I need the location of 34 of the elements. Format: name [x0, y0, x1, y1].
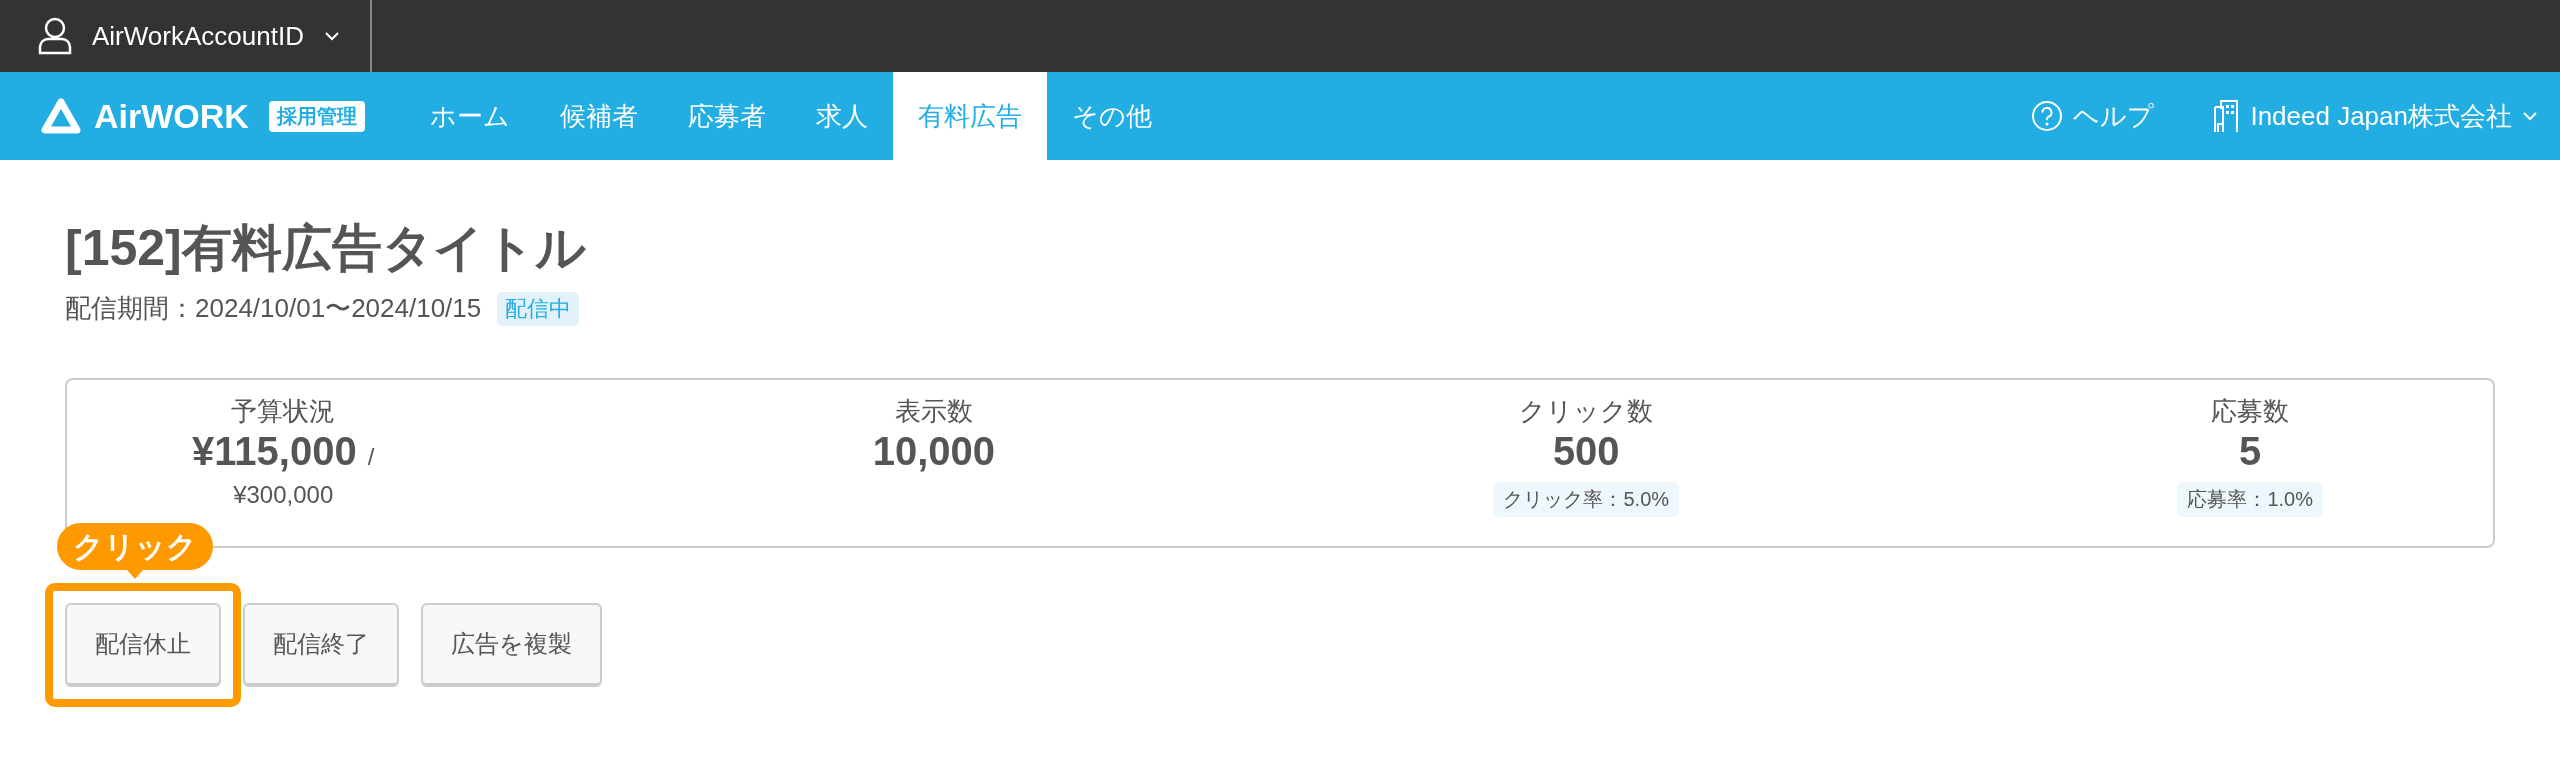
budget-spent: ¥115,000 /	[192, 428, 375, 475]
user-icon	[38, 17, 72, 55]
nav-tab[interactable]: ホーム	[404, 72, 535, 160]
stat-value: 500	[1552, 428, 1620, 474]
stat-value: 5	[2239, 428, 2262, 474]
chevron-down-icon	[323, 31, 340, 41]
company-menu[interactable]: Indeed Japan株式会社	[2206, 72, 2560, 160]
rate-tag: 応募率：1.0%	[2177, 482, 2323, 517]
help-link[interactable]: ヘルプ	[2025, 72, 2177, 160]
building-icon	[2212, 99, 2241, 133]
stat-label: 表示数	[894, 395, 973, 428]
stat-label: クリック数	[1519, 395, 1654, 428]
nav-tab[interactable]: 応募者	[662, 72, 791, 160]
page-title: [152]有料広告タイトル	[65, 219, 587, 278]
nav-tab[interactable]: その他	[1046, 72, 1177, 160]
status-tag: 配信中	[497, 291, 580, 326]
click-callout: クリック	[57, 523, 213, 579]
action-button[interactable]: 配信終了	[243, 603, 399, 687]
nav-tab[interactable]: 候補者	[534, 72, 663, 160]
nav-tab[interactable]: 有料広告	[892, 72, 1047, 160]
chevron-down-icon	[2522, 111, 2538, 121]
stat-label: 応募数	[2211, 395, 2290, 428]
logo-triangle-icon	[40, 97, 82, 135]
budget-total: ¥300,000	[233, 480, 334, 510]
logo-text: AirWORK	[94, 96, 249, 136]
delivery-period: 配信期間：2024/10/01〜2024/10/15	[65, 292, 482, 325]
help-icon	[2031, 100, 2064, 132]
nav-tab[interactable]: 求人	[790, 72, 893, 160]
logo-badge: 採用管理	[268, 100, 365, 132]
stat-label: 予算状況	[231, 395, 336, 428]
action-button[interactable]: 配信休止	[65, 603, 221, 687]
rate-tag: クリック率：5.0%	[1493, 482, 1680, 517]
stat-value: 10,000	[872, 428, 996, 474]
action-button[interactable]: 広告を複製	[421, 603, 602, 687]
